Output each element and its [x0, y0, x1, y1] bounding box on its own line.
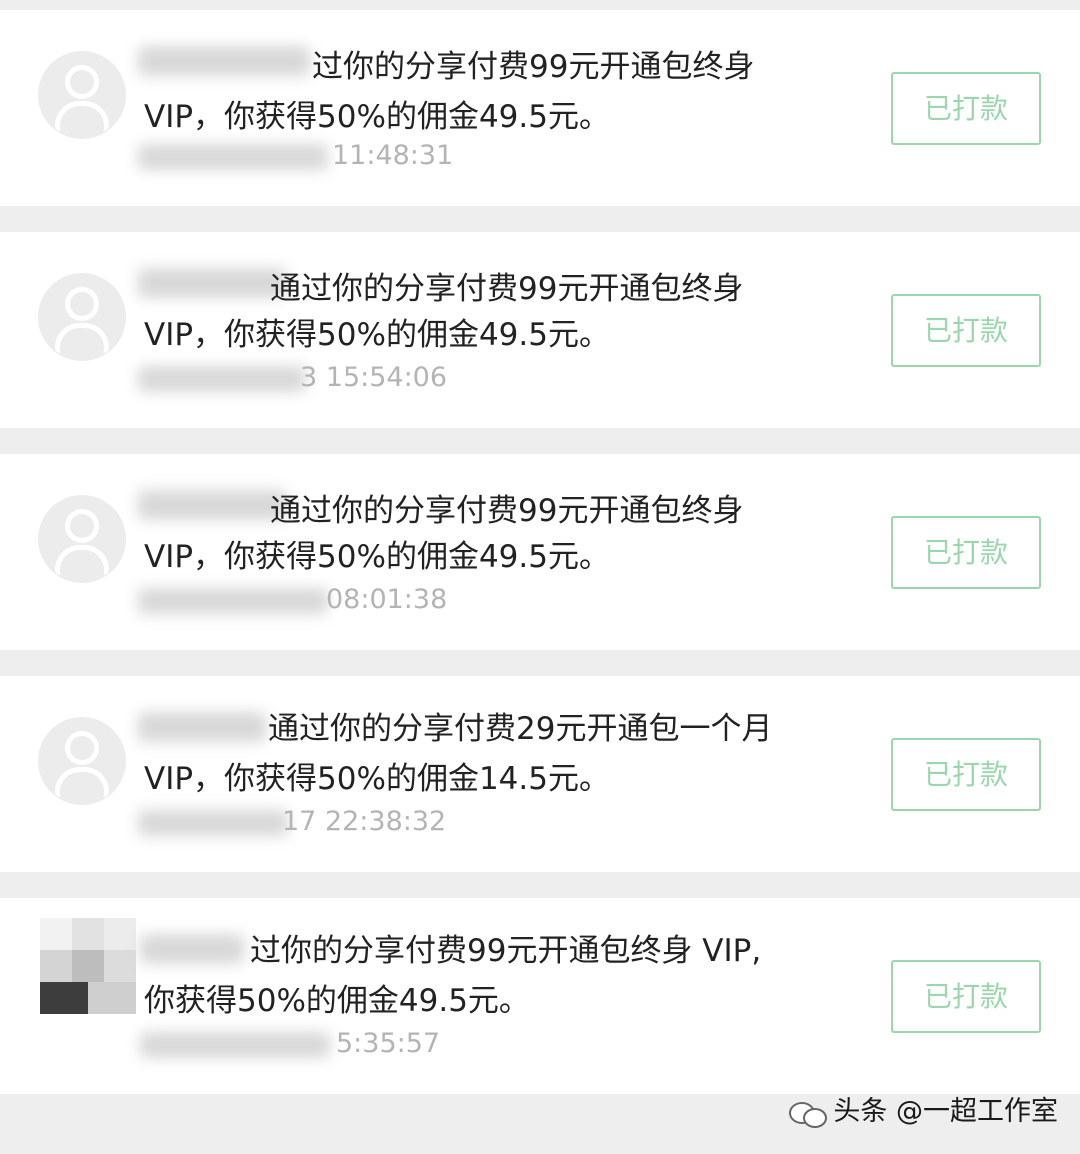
redacted-date	[140, 1032, 330, 1058]
timestamp: 11:48:31	[332, 140, 454, 171]
redacted-username	[138, 712, 266, 742]
timestamp: 5:35:57	[336, 1028, 441, 1059]
default-avatar-icon	[38, 495, 126, 583]
redacted-date	[138, 366, 306, 392]
redacted-username	[138, 46, 310, 76]
commission-message-line2: VIP，你获得50%的佣金14.5元。	[144, 761, 610, 797]
commission-record-list: 过你的分享付费99元开通包终身 VIP，你获得50%的佣金49.5元。 11:4…	[0, 0, 1080, 1154]
default-avatar-icon	[38, 51, 126, 139]
redacted-username	[138, 490, 286, 520]
timestamp: 17 22:38:32	[282, 806, 447, 837]
watermark-text: 头条 @一超工作室	[833, 1096, 1058, 1127]
paid-status-button[interactable]: 已打款	[891, 960, 1041, 1033]
list-item: 过你的分享付费99元开通包终身 VIP, 你获得50%的佣金49.5元。 5:3…	[0, 898, 1080, 1094]
list-item: 通过你的分享付费99元开通包终身 VIP，你获得50%的佣金49.5元。 08:…	[0, 454, 1080, 650]
commission-message: 过你的分享付费99元开通包终身 VIP,	[250, 933, 762, 969]
redacted-date	[138, 144, 328, 170]
default-avatar-icon	[38, 273, 126, 361]
redacted-date	[138, 588, 328, 614]
commission-message: 通过你的分享付费29元开通包一个月	[268, 711, 773, 747]
timestamp: 08:01:38	[326, 584, 448, 615]
commission-message-line2: 你获得50%的佣金49.5元。	[144, 983, 530, 1019]
redacted-username	[138, 268, 286, 298]
redacted-date	[138, 810, 288, 836]
commission-message-line2: VIP，你获得50%的佣金49.5元。	[144, 317, 610, 353]
pixelated-avatar	[40, 918, 136, 1014]
list-item: 通过你的分享付费99元开通包终身 VIP，你获得50%的佣金49.5元。 3 1…	[0, 232, 1080, 428]
list-item: 过你的分享付费99元开通包终身 VIP，你获得50%的佣金49.5元。 11:4…	[0, 10, 1080, 206]
list-item: 通过你的分享付费29元开通包一个月 VIP，你获得50%的佣金14.5元。 17…	[0, 676, 1080, 872]
redacted-username	[140, 934, 244, 964]
commission-message-line2: VIP，你获得50%的佣金49.5元。	[144, 99, 610, 135]
paid-status-button[interactable]: 已打款	[891, 294, 1041, 367]
timestamp: 3 15:54:06	[300, 362, 448, 393]
watermark: 头条 @一超工作室	[789, 1089, 1058, 1128]
paid-status-button[interactable]: 已打款	[891, 516, 1041, 589]
wechat-icon	[789, 1098, 829, 1128]
default-avatar-icon	[38, 717, 126, 805]
paid-status-button[interactable]: 已打款	[891, 738, 1041, 811]
paid-status-button[interactable]: 已打款	[891, 72, 1041, 145]
commission-message: 通过你的分享付费99元开通包终身	[270, 493, 744, 529]
commission-message: 过你的分享付费99元开通包终身	[312, 49, 755, 85]
commission-message: 通过你的分享付费99元开通包终身	[270, 271, 744, 307]
commission-message-line2: VIP，你获得50%的佣金49.5元。	[144, 539, 610, 575]
